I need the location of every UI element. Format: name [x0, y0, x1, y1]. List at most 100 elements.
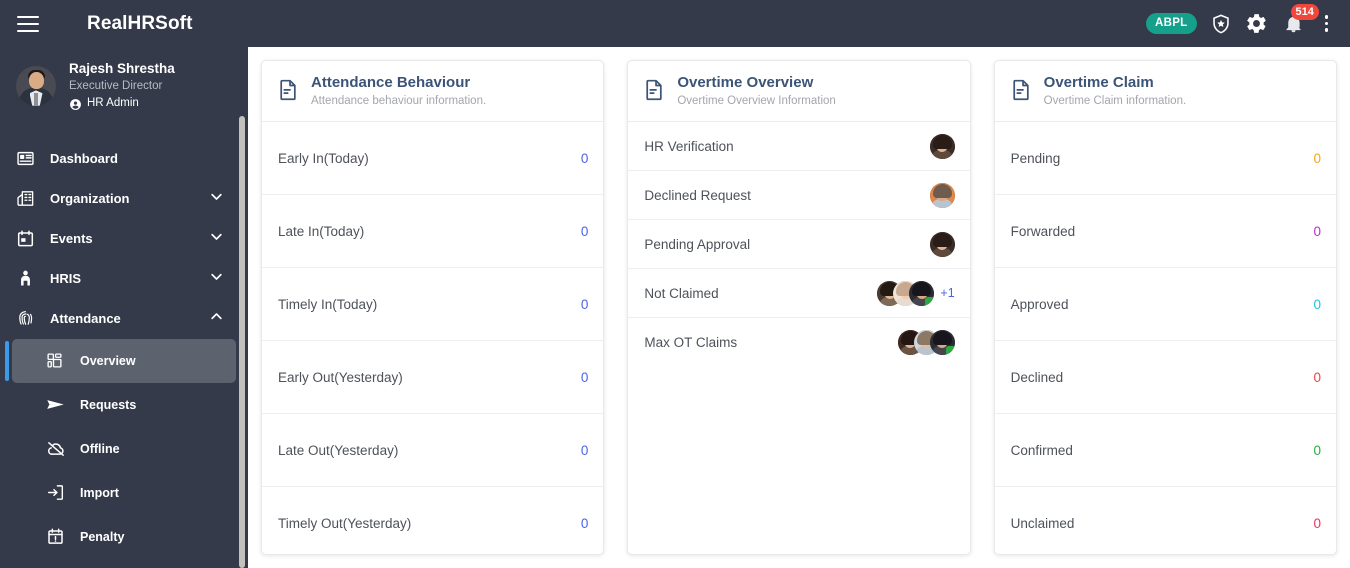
sidebar-item-import[interactable]: Import — [12, 471, 236, 515]
avatar — [929, 133, 955, 159]
row-label: Not Claimed — [644, 285, 719, 301]
row-label: Early In(Today) — [278, 150, 369, 166]
fingerprint-icon — [16, 309, 42, 328]
row-value: 0 — [580, 442, 589, 458]
user-profile[interactable]: Rajesh Shrestha Executive Director HR Ad… — [0, 47, 248, 127]
row-label: Pending — [1010, 150, 1061, 166]
card-rows: Early In(Today) 0 Late In(Today) 0 Timel… — [262, 122, 604, 554]
avatar-stack[interactable] — [929, 231, 955, 257]
sidebar-item-organization[interactable]: Organization — [0, 179, 248, 219]
table-row[interactable]: Max OT Claims — [628, 318, 969, 367]
online-status-indicator — [925, 296, 935, 306]
sidebar-item-penalty[interactable]: Penalty — [12, 515, 236, 559]
table-row[interactable]: Pending Approval — [628, 220, 970, 270]
avatar-stack[interactable] — [897, 330, 955, 356]
table-row[interactable]: Late Out(Yesterday) 0 — [262, 414, 604, 488]
avatar — [929, 330, 955, 356]
card-rows: Pending 0 Forwarded 0 Approved 0 Decline… — [994, 122, 1336, 554]
row-label: Timely Out(Yesterday) — [278, 515, 412, 531]
card-header: Overtime Overview Overtime Overview Info… — [628, 61, 970, 123]
hamburger-icon[interactable] — [17, 15, 39, 32]
chevron-down-icon[interactable] — [209, 269, 224, 289]
row-value: 0 — [580, 223, 589, 239]
gear-icon[interactable] — [1245, 12, 1269, 36]
row-label: Pending Approval — [644, 236, 751, 252]
sidebar-item-label: HRIS — [50, 271, 82, 287]
grid-icon — [46, 352, 74, 369]
sidebar-item-events[interactable]: Events — [0, 219, 248, 259]
table-row[interactable]: Timely In(Today) 0 — [262, 268, 604, 342]
chevron-up-icon[interactable] — [209, 309, 224, 329]
avatar-stack[interactable] — [929, 133, 955, 159]
profile-name: Rajesh Shrestha — [69, 61, 175, 76]
row-value: 0 — [1313, 150, 1321, 166]
sidebar-item-requests[interactable]: Requests — [12, 383, 236, 427]
card-subtitle: Overtime Claim information. — [1043, 94, 1187, 107]
organization-badge[interactable]: ABPL — [1145, 12, 1197, 35]
sidebar-scrollbar[interactable] — [239, 116, 245, 568]
row-label: Confirmed — [1010, 442, 1073, 458]
table-row[interactable]: HR Verification — [628, 122, 970, 172]
table-row[interactable]: Declined 0 — [994, 341, 1336, 415]
chevron-down-icon[interactable] — [209, 229, 224, 249]
sidebar-item-label: Events — [50, 231, 93, 247]
notification-count-badge: 514 — [1290, 3, 1319, 20]
row-label: HR Verification — [644, 138, 734, 154]
card-header: Attendance Behaviour Attendance behaviou… — [262, 61, 604, 123]
import-arrow-icon — [46, 483, 74, 502]
shield-star-icon[interactable] — [1209, 12, 1233, 36]
table-row[interactable]: Timely Out(Yesterday) 0 — [262, 487, 603, 554]
table-row[interactable]: Declined Request — [628, 171, 970, 221]
avatar-overflow-count[interactable]: +1 — [940, 286, 954, 300]
sidebar-item-attendance[interactable]: Attendance — [0, 299, 248, 339]
online-status-indicator — [945, 346, 955, 356]
notifications-bell[interactable]: 514 — [1281, 3, 1319, 37]
sidebar-item-hris[interactable]: HRIS — [0, 259, 248, 299]
card-subtitle: Overtime Overview Information — [677, 94, 836, 107]
row-value: 0 — [580, 296, 589, 312]
avatar — [929, 231, 955, 257]
row-label: Approved — [1010, 296, 1069, 312]
sidebar-item-label: Import — [80, 485, 119, 500]
row-value: 0 — [1313, 515, 1321, 531]
paper-plane-icon — [46, 395, 74, 414]
table-row[interactable]: Not Claimed +1 — [628, 269, 970, 319]
sidebar-item-overview[interactable]: Overview — [5, 338, 236, 383]
document-icon — [277, 78, 300, 106]
row-label: Max OT Claims — [644, 335, 738, 351]
sidebar-item-dashboard[interactable]: Dashboard — [0, 139, 248, 179]
table-row[interactable]: Early In(Today) 0 — [262, 122, 604, 196]
row-value: 0 — [1313, 296, 1321, 312]
table-row[interactable]: Unclaimed 0 — [995, 487, 1336, 554]
table-row[interactable]: Approved 0 — [994, 268, 1336, 342]
cloud-slash-icon — [46, 439, 74, 459]
person-icon — [16, 269, 42, 288]
top-app-bar: RealHRSoft ABPL 514 — [0, 0, 1350, 47]
table-row[interactable]: Forwarded 0 — [994, 195, 1336, 269]
sidebar-item-label: Organization — [50, 191, 130, 207]
avatar-stack[interactable] — [929, 182, 955, 208]
table-row[interactable]: Late In(Today) 0 — [262, 195, 604, 269]
row-value: 0 — [580, 150, 589, 166]
card-header: Overtime Claim Overtime Claim informatio… — [994, 61, 1336, 123]
sidebar-item-offline[interactable]: Offline — [12, 427, 236, 471]
table-row[interactable]: Early Out(Yesterday) 0 — [262, 341, 604, 415]
table-row[interactable]: Pending 0 — [994, 122, 1336, 196]
sidebar-item-label: Overview — [80, 353, 136, 368]
row-value: 0 — [1313, 442, 1321, 458]
table-row[interactable]: Confirmed 0 — [994, 414, 1336, 488]
row-label: Early Out(Yesterday) — [278, 369, 403, 385]
overtime-overview-card: Overtime Overview Overtime Overview Info… — [627, 60, 971, 555]
row-label: Timely In(Today) — [278, 296, 378, 312]
row-label: Declined — [1010, 369, 1064, 385]
avatar-stack[interactable]: +1 — [877, 280, 955, 306]
card-rows: HR Verification Declined Request Pending… — [628, 122, 970, 367]
chevron-down-icon[interactable] — [209, 189, 224, 209]
sidebar: Rajesh Shrestha Executive Director HR Ad… — [0, 47, 248, 568]
profile-designation: Executive Director — [69, 80, 163, 93]
sidebar-item-label: Offline — [80, 441, 120, 456]
overtime-claim-card: Overtime Claim Overtime Claim informatio… — [993, 60, 1337, 555]
vertical-dots-icon[interactable] — [1319, 15, 1335, 32]
row-label: Unclaimed — [1010, 515, 1075, 531]
row-label: Forwarded — [1010, 223, 1076, 239]
